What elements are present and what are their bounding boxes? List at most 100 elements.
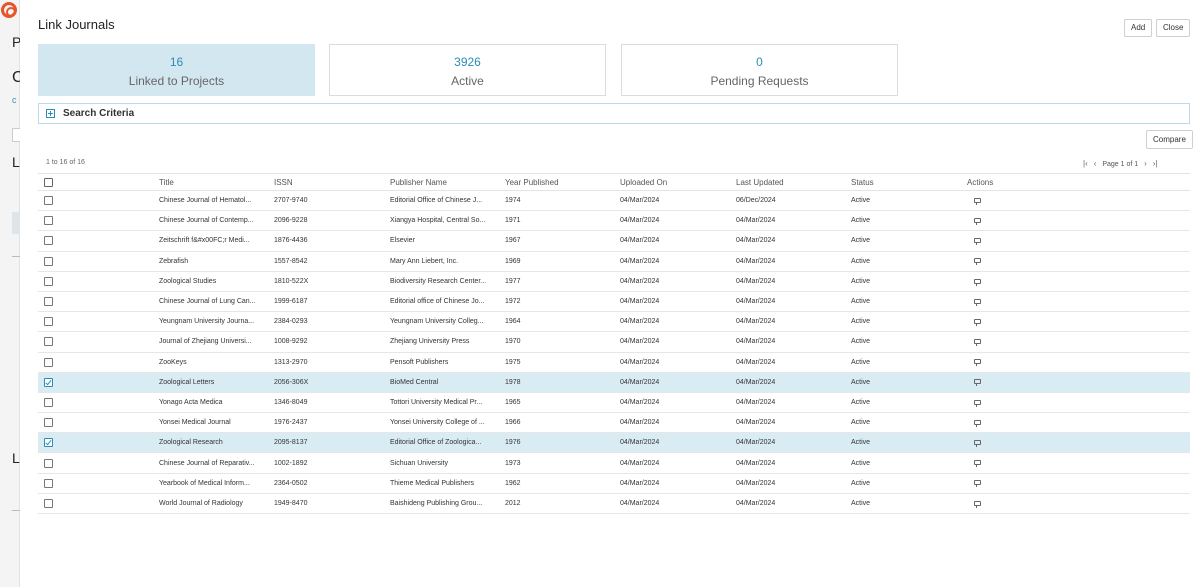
cell-issn: 1008-9292: [268, 331, 384, 353]
row-select-cell: [38, 271, 153, 292]
row-checkbox[interactable]: [44, 276, 53, 286]
cell-issn: 2384-0293: [268, 311, 384, 333]
page-indicator: Page 1 of 1: [1102, 161, 1139, 168]
row-checkbox[interactable]: [44, 478, 53, 488]
row-checkbox[interactable]: [44, 256, 53, 266]
link-journals-modal: Link Journals Add Close 16 Linked to Pro…: [20, 0, 1200, 587]
cell-issn: 2096-9228: [268, 210, 384, 232]
column-header[interactable]: Status: [845, 173, 961, 191]
cell-updated: 04/Mar/2024: [730, 473, 845, 494]
comment-icon[interactable]: [974, 197, 981, 205]
cell-status: Active: [845, 291, 961, 313]
search-criteria-label: Search Criteria: [63, 108, 135, 119]
comment-icon[interactable]: [974, 339, 981, 347]
table-row[interactable]: Zeitschrift f&#x00FC;r Medi... 1876-4436 E…: [38, 230, 1190, 252]
comment-icon[interactable]: [974, 359, 981, 367]
column-header[interactable]: Publisher Name: [384, 173, 499, 191]
stat-card-active[interactable]: 3926 Active: [329, 44, 606, 96]
result-count: 1 to 16 of 16: [46, 159, 85, 166]
stat-card-linked[interactable]: 16 Linked to Projects: [38, 44, 315, 96]
cell-title: Zebrafish: [153, 251, 268, 272]
cell-updated: 04/Mar/2024: [730, 251, 845, 272]
row-checkbox[interactable]: [44, 418, 53, 428]
prev-page-icon[interactable]: ‹: [1094, 159, 1097, 168]
comment-icon[interactable]: [974, 238, 981, 246]
close-button[interactable]: Close: [1156, 19, 1191, 37]
cell-updated: 04/Mar/2024: [730, 412, 845, 434]
column-header[interactable]: Uploaded On: [614, 173, 730, 191]
table-row[interactable]: Yearbook of Medical Inform... 2364-0502 Th…: [38, 473, 1190, 494]
cell-uploaded: 04/Mar/2024: [614, 452, 730, 474]
cell-status: Active: [845, 271, 961, 292]
last-page-icon[interactable]: ›|: [1153, 159, 1158, 168]
comment-icon[interactable]: [974, 440, 981, 447]
select-all-checkbox[interactable]: [44, 177, 53, 187]
row-checkbox[interactable]: [44, 297, 53, 307]
table-row[interactable]: Yeungnam University Journa... 2384-0293 Ye…: [38, 311, 1190, 333]
comment-icon[interactable]: [974, 500, 981, 508]
column-header[interactable]: ISSN: [268, 173, 384, 191]
cell-status: Active: [845, 311, 961, 333]
table-row[interactable]: ZooKeys 1313-2970 Pensoft Publishers 1975 04…: [38, 352, 1190, 373]
row-checkbox[interactable]: [44, 397, 53, 407]
next-page-icon[interactable]: ›: [1144, 159, 1147, 168]
search-criteria-panel[interactable]: Search Criteria: [38, 103, 1190, 124]
row-checkbox[interactable]: [44, 458, 53, 468]
cell-publisher: Editorial Office of Chinese J...: [384, 190, 499, 212]
comment-icon[interactable]: [974, 419, 981, 427]
cell-publisher: Mary Ann Liebert, Inc.: [384, 251, 499, 272]
cell-uploaded: 04/Mar/2024: [614, 352, 730, 373]
cell-year: 1962: [499, 473, 614, 494]
row-checkbox[interactable]: [44, 317, 53, 327]
actions-cell: [961, 291, 1190, 313]
row-checkbox[interactable]: [44, 498, 53, 508]
column-header[interactable]: Title: [153, 173, 268, 191]
first-page-icon[interactable]: |‹: [1083, 159, 1088, 168]
row-checkbox[interactable]: [44, 357, 53, 367]
row-select-cell: [38, 372, 153, 393]
row-checkbox[interactable]: [44, 216, 53, 226]
table-row[interactable]: Journal of Zhejiang Universi... 1008-9292…: [38, 331, 1190, 353]
actions-cell: [961, 432, 1190, 454]
comment-icon[interactable]: [974, 298, 981, 306]
add-button[interactable]: Add: [1124, 19, 1153, 37]
comment-icon[interactable]: [974, 278, 981, 286]
row-checkbox[interactable]: [44, 196, 53, 206]
row-checkbox[interactable]: [44, 337, 53, 347]
table-row[interactable]: Zebrafish 1557-8542 Mary Ann Liebert, Inc.…: [38, 251, 1190, 272]
column-header: Actions: [961, 173, 1190, 191]
comment-icon[interactable]: [974, 217, 981, 225]
row-checkbox[interactable]: [44, 438, 53, 448]
comment-icon[interactable]: [974, 379, 981, 387]
journals-table: Title ISSN Publisher Name Year Published…: [38, 173, 1190, 515]
table-row[interactable]: Chinese Journal of Contemp... 2096-9228 Xi…: [38, 210, 1190, 232]
table-row[interactable]: Yonsei Medical Journal 1976-2437 Yonsei Un…: [38, 412, 1190, 434]
comment-icon[interactable]: [974, 460, 981, 468]
column-header[interactable]: Year Published: [499, 173, 614, 191]
comment-icon[interactable]: [974, 480, 981, 488]
table-row[interactable]: Yonago Acta Medica 1346-8049 Tottori Unive…: [38, 392, 1190, 414]
table-row[interactable]: World Journal of Radiology 1949-8470 Baish…: [38, 493, 1190, 515]
row-checkbox[interactable]: [44, 236, 53, 246]
expand-plus-icon[interactable]: [46, 109, 55, 118]
cell-year: 1973: [499, 452, 614, 474]
comment-icon[interactable]: [974, 318, 981, 326]
table-row[interactable]: Zoological Studies 1810-522X Biodiversity …: [38, 271, 1190, 292]
cell-updated: 04/Mar/2024: [730, 230, 845, 252]
comment-icon[interactable]: [974, 399, 981, 407]
table-row[interactable]: Zoological Research 2095-8137 Editorial Of…: [38, 432, 1190, 454]
table-row[interactable]: Chinese Journal of Lung Can... 1999-6187 E…: [38, 291, 1190, 313]
table-row[interactable]: Chinese Journal of Reparativ... 1002-1892…: [38, 452, 1190, 474]
column-header[interactable]: Last Updated: [730, 173, 845, 191]
row-checkbox[interactable]: [44, 377, 53, 387]
compare-button[interactable]: Compare: [1146, 130, 1193, 149]
stat-value: 16: [169, 55, 184, 69]
table-row[interactable]: Zoological Letters 2056-306X BioMed Centra…: [38, 372, 1190, 393]
comment-icon[interactable]: [974, 258, 981, 266]
cell-uploaded: 04/Mar/2024: [614, 432, 730, 454]
modal-title: Link Journals: [38, 17, 115, 32]
stat-value: 3926: [454, 55, 481, 69]
stat-card-pending[interactable]: 0 Pending Requests: [621, 44, 898, 96]
stat-label: Pending Requests: [710, 74, 809, 88]
table-row[interactable]: Chinese Journal of Hematol... 2707-9740 Ed…: [38, 190, 1190, 212]
